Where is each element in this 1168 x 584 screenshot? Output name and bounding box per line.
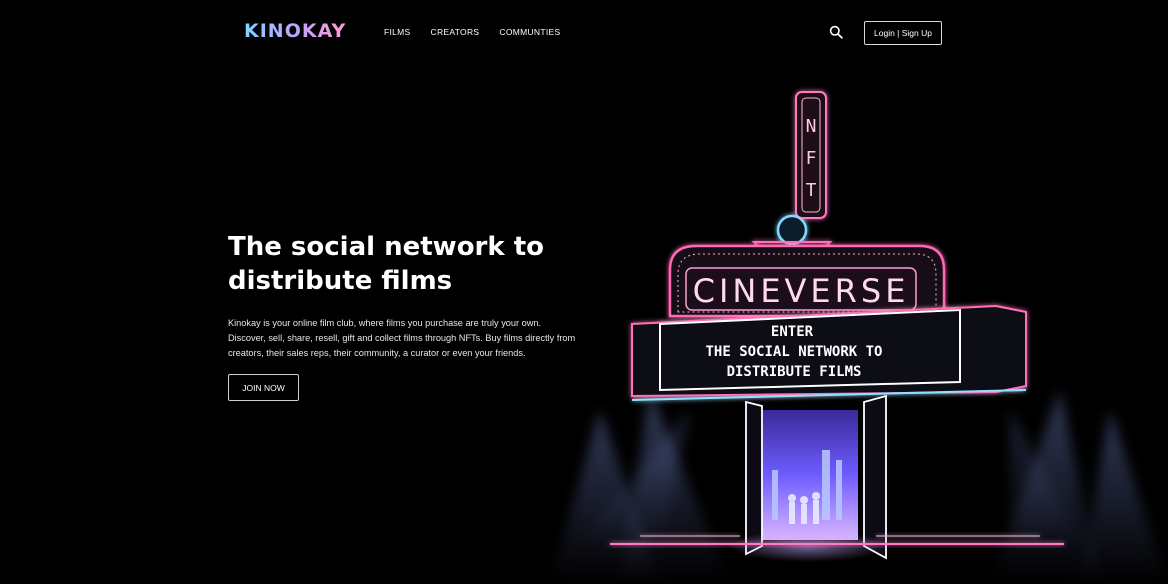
tower-letter-t: T [806, 180, 817, 201]
nav-link-creators[interactable]: CREATORS [431, 27, 480, 37]
hero-description: Kinokay is your online film club, where … [228, 318, 576, 358]
marquee-sign: ENTER THE SOCIAL NETWORK TO DISTRIBUTE F… [631, 304, 1027, 401]
nft-tower: N F T [751, 91, 833, 251]
nav-link-communities[interactable]: COMMUNTIES [499, 27, 560, 37]
main-nav: FILMS CREATORS COMMUNTIES [384, 27, 560, 37]
sign-line-social-network: THE SOCIAL NETWORK TO [705, 344, 882, 360]
search-icon[interactable] [829, 25, 843, 39]
theater-doorway [728, 394, 888, 562]
tower-letter-n: N [806, 116, 817, 137]
hero-title-line-1: The social network to [228, 232, 545, 262]
hero-title: The social network to distribute films [228, 230, 588, 298]
login-signup-button[interactable]: Login | Sign Up [864, 21, 942, 45]
top-navbar: KINOKAY FILMS CREATORS COMMUNTIES Login … [0, 0, 1168, 64]
marquee-title-text: CINEVERSE [693, 272, 910, 310]
tower-letter-f: F [806, 148, 817, 169]
hero-title-line-2: distribute films [228, 266, 453, 296]
sign-line-distribute-films: DISTRIBUTE FILMS [727, 364, 862, 380]
cineverse-marquee: CINEVERSE [668, 244, 946, 318]
sign-line-enter: ENTER [771, 324, 814, 340]
kinokay-logo[interactable]: KINOKAY [244, 20, 346, 42]
nav-link-films[interactable]: FILMS [384, 27, 411, 37]
hero-section: The social network to distribute films K… [228, 230, 588, 401]
cineverse-theater-illustration: N F T CINEVERSE ENTER THE SOCIAL NETWORK… [550, 91, 1168, 584]
join-now-button[interactable]: JOIN NOW [228, 374, 299, 401]
